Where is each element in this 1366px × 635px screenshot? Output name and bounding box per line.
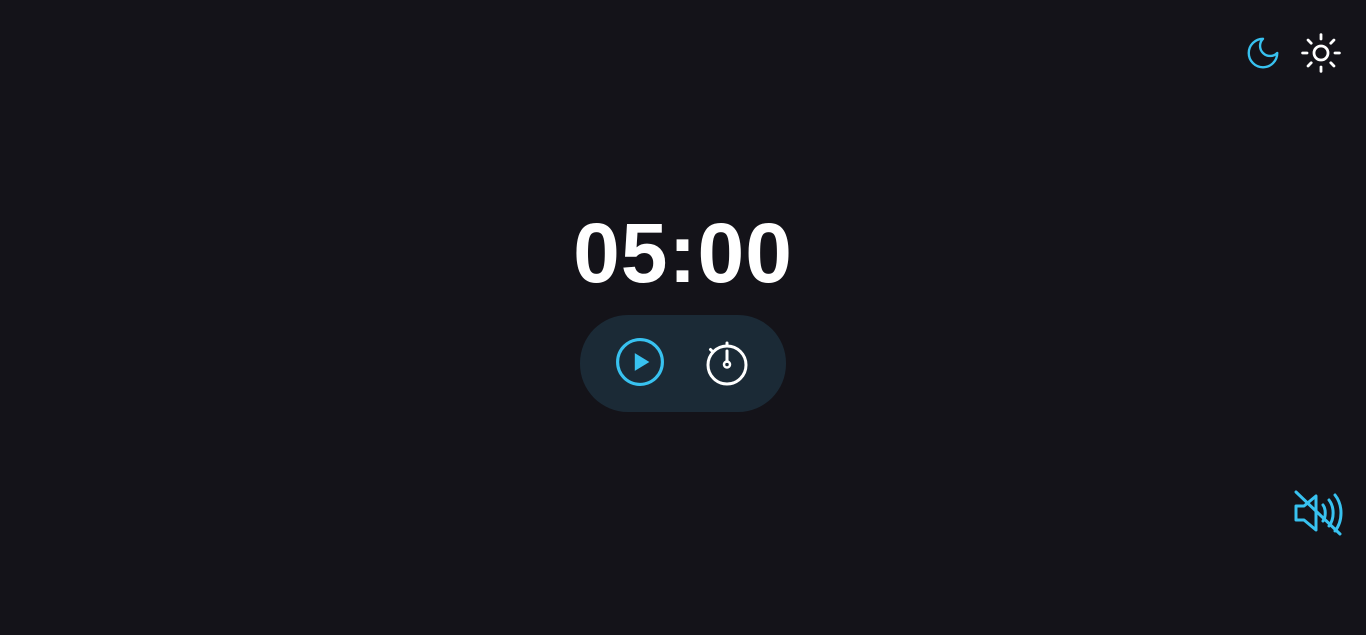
timer-display: 05:00: [573, 206, 793, 300]
timer-controls: [580, 315, 786, 412]
speaker-muted-icon: [1292, 488, 1346, 541]
moon-icon: [1244, 34, 1282, 75]
sound-toggle-button[interactable]: [1292, 488, 1346, 541]
play-icon: [615, 337, 665, 390]
theme-toggle: [1244, 32, 1342, 77]
stopwatch-icon: [703, 337, 751, 390]
sun-icon: [1300, 32, 1342, 77]
light-theme-button[interactable]: [1300, 32, 1342, 77]
timer-page: 05:00: [0, 0, 1366, 635]
play-button[interactable]: [615, 337, 665, 390]
stopwatch-mode-button[interactable]: [703, 337, 751, 390]
dark-theme-button[interactable]: [1244, 34, 1282, 75]
